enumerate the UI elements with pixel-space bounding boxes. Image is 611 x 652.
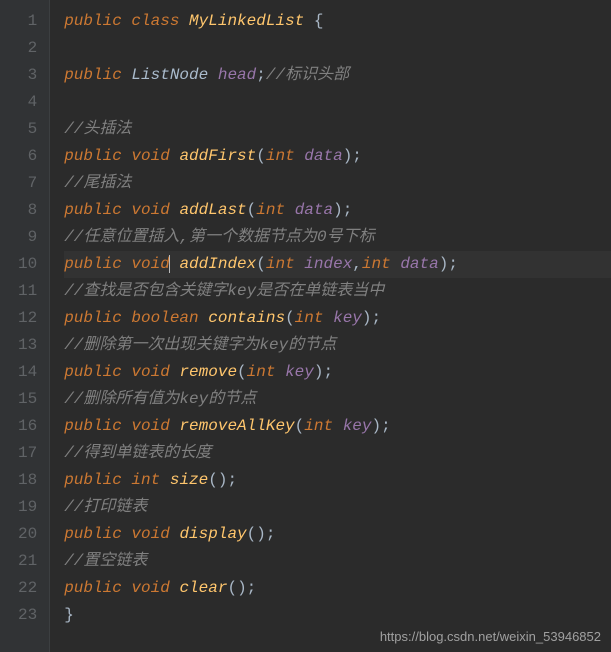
code-line [64,89,611,116]
code-line [64,35,611,62]
watermark-text: https://blog.csdn.net/weixin_53946852 [380,629,601,644]
code-line: public class MyLinkedList { [64,8,611,35]
line-number: 12 [18,305,37,332]
line-number: 9 [18,224,37,251]
code-editor: 1 2 3 4 5 6 7 8 9 10 11 12 13 14 15 16 1… [0,0,611,652]
code-line: public ListNode head;//标识头部 [64,62,611,89]
line-number: 7 [18,170,37,197]
code-line: //置空链表 [64,548,611,575]
line-number: 21 [18,548,37,575]
line-number: 18 [18,467,37,494]
code-line: //任意位置插入,第一个数据节点为0号下标 [64,224,611,251]
line-number: 11 [18,278,37,305]
code-area[interactable]: public class MyLinkedList { public ListN… [50,0,611,652]
code-line: public void display(); [64,521,611,548]
line-number: 5 [18,116,37,143]
line-number: 20 [18,521,37,548]
line-number: 23 [18,602,37,629]
code-line: //尾插法 [64,170,611,197]
line-number-gutter: 1 2 3 4 5 6 7 8 9 10 11 12 13 14 15 16 1… [0,0,50,652]
code-line: public void addFirst(int data); [64,143,611,170]
line-number: 10 [18,251,37,278]
code-line: public void removeAllKey(int key); [64,413,611,440]
code-line: } [64,602,611,629]
code-line: //打印链表 [64,494,611,521]
line-number: 17 [18,440,37,467]
code-line: public boolean contains(int key); [64,305,611,332]
code-line: public void clear(); [64,575,611,602]
line-number: 16 [18,413,37,440]
code-line: public int size(); [64,467,611,494]
cursor-icon [169,255,170,273]
line-number: 2 [18,35,37,62]
line-number: 14 [18,359,37,386]
line-number: 1 [18,8,37,35]
code-line: //得到单链表的长度 [64,440,611,467]
line-number: 6 [18,143,37,170]
code-line: public void addLast(int data); [64,197,611,224]
code-line: //头插法 [64,116,611,143]
line-number: 3 [18,62,37,89]
line-number: 22 [18,575,37,602]
code-line-active: public void addIndex(int index,int data)… [64,251,611,278]
line-number: 15 [18,386,37,413]
code-line: //删除所有值为key的节点 [64,386,611,413]
code-line: //查找是否包含关键字key是否在单链表当中 [64,278,611,305]
line-number: 19 [18,494,37,521]
line-number: 4 [18,89,37,116]
code-line: //删除第一次出现关键字为key的节点 [64,332,611,359]
line-number: 13 [18,332,37,359]
code-line: public void remove(int key); [64,359,611,386]
line-number: 8 [18,197,37,224]
